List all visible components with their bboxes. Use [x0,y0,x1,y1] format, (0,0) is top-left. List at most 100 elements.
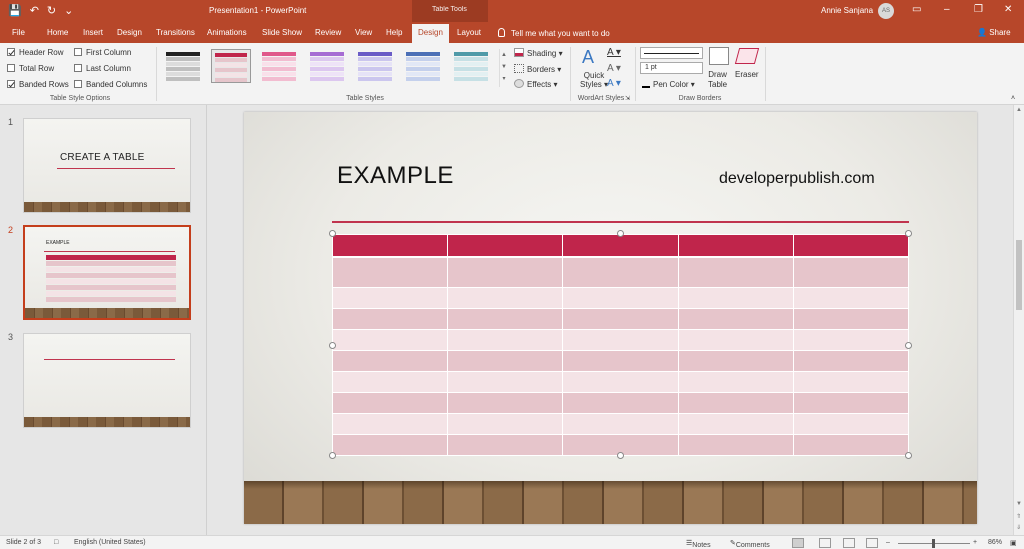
tab-table-design[interactable]: Design [412,24,449,43]
tab-insert[interactable]: Insert [83,28,103,37]
table-cell[interactable] [562,255,679,289]
gallery-up-icon[interactable]: ▲ [500,49,508,61]
table-cell[interactable] [677,371,794,394]
table-cell[interactable] [331,392,449,415]
normal-view-icon[interactable] [792,538,804,548]
tab-help[interactable]: Help [386,28,402,37]
table-cell[interactable] [677,255,794,289]
draw-table-button[interactable]: Draw Table [708,70,727,90]
table-cell[interactable] [447,371,564,394]
slide-table[interactable] [331,234,910,457]
gallery-down-icon[interactable]: ▼ [500,61,508,73]
banded-columns-checkbox[interactable]: Banded Columns [74,80,147,89]
pen-color-button[interactable]: Pen Color ▾ [642,79,695,89]
scroll-thumb[interactable] [1016,240,1022,310]
table-cell[interactable] [331,308,449,331]
undo-icon[interactable]: ↶ [30,4,39,18]
table-style-thumbnail[interactable] [163,49,203,83]
previous-slide-icon[interactable]: ⇑ [1016,513,1021,520]
zoom-out-button[interactable]: – [886,539,890,546]
slide-title[interactable]: EXAMPLE [337,162,454,190]
tab-home[interactable]: Home [47,28,68,37]
table-cell[interactable] [792,350,910,373]
table-cell[interactable] [677,350,794,373]
tell-me-box[interactable]: Tell me what you want to do [498,28,610,38]
tab-view[interactable]: View [355,28,372,37]
table-cell[interactable] [792,234,910,258]
table-cell[interactable] [331,287,449,310]
tab-slide-show[interactable]: Slide Show [262,28,302,37]
table-cell[interactable] [562,329,679,352]
table-cell[interactable] [447,234,564,258]
tab-file[interactable]: File [12,28,25,37]
resize-handle[interactable] [329,342,336,349]
pen-style-dropdown[interactable] [640,47,703,59]
table-cell[interactable] [792,255,910,289]
table-style-thumbnail[interactable] [403,49,443,83]
share-button[interactable]: 👤 Share [977,28,1011,37]
table-cell[interactable] [331,433,449,457]
table-cell[interactable] [331,329,449,352]
table-style-thumbnail[interactable] [355,49,395,83]
table-cell[interactable] [562,371,679,394]
comments-button[interactable]: ✎ Comments [730,539,770,549]
redo-icon[interactable]: ↻ [47,4,56,18]
table-cell[interactable] [677,433,794,457]
total-row-checkbox[interactable]: Total Row [7,64,54,73]
resize-handle[interactable] [905,230,912,237]
table-style-thumbnail[interactable] [307,49,347,83]
table-cell[interactable] [792,433,910,457]
dialog-launcher-icon[interactable]: ⇲ [625,95,630,102]
table-cell[interactable] [562,234,679,258]
shading-button[interactable]: Shading ▾ [514,48,563,58]
tab-animations[interactable]: Animations [207,28,247,37]
table-cell[interactable] [447,287,564,310]
slide-thumbnail-2[interactable]: EXAMPLE [23,225,191,320]
borders-button[interactable]: Borders ▾ [514,64,561,74]
ribbon-display-options-icon[interactable]: ▭ [912,4,921,15]
effects-button[interactable]: Effects ▾ [514,79,558,89]
table-style-thumbnail[interactable] [211,49,251,83]
table-style-thumbnail[interactable] [451,49,491,83]
table-cell[interactable] [562,392,679,415]
resize-handle[interactable] [617,230,624,237]
resize-handle[interactable] [329,452,336,459]
table-cell[interactable] [331,413,449,435]
table-cell[interactable] [447,329,564,352]
table-style-thumbnail[interactable] [259,49,299,83]
tab-design[interactable]: Design [117,28,142,37]
table-cell[interactable] [331,371,449,394]
language-status[interactable]: English (United States) [74,539,146,546]
eraser-button[interactable]: Eraser [735,70,759,79]
zoom-slider-thumb[interactable] [932,539,935,548]
table-cell[interactable] [562,287,679,310]
table-cell[interactable] [447,255,564,289]
eraser-icon[interactable] [734,48,760,64]
resize-handle[interactable] [905,342,912,349]
header-row-checkbox[interactable]: Header Row [7,48,63,57]
tab-review[interactable]: Review [315,28,341,37]
quick-styles-icon[interactable]: A [582,47,594,68]
table-cell[interactable] [792,329,910,352]
table-cell[interactable] [677,413,794,435]
avatar[interactable]: AS [878,3,894,19]
table-cell[interactable] [331,350,449,373]
table-cell[interactable] [792,308,910,331]
text-fill-icon[interactable]: A ▾ [607,47,621,58]
draw-table-icon[interactable] [709,47,729,65]
text-outline-icon[interactable]: A ▾ [607,63,621,74]
customize-qat-icon[interactable]: ⌄ [64,4,73,18]
gallery-more-icon[interactable]: ▾ [500,73,508,85]
table-cell[interactable] [792,392,910,415]
table-cell[interactable] [447,308,564,331]
table-cell[interactable] [792,371,910,394]
spellcheck-icon[interactable]: □ [54,539,58,546]
pen-weight-dropdown[interactable]: 1 pt [640,62,703,74]
next-slide-icon[interactable]: ⇓ [1016,524,1021,531]
notes-button[interactable]: ☰ Notes [686,539,711,549]
slide-subtitle[interactable]: developerpublish.com [719,170,875,188]
text-effects-icon[interactable]: A ▾ [607,78,621,89]
last-column-checkbox[interactable]: Last Column [74,64,131,73]
scroll-down-icon[interactable]: ▼ [1016,501,1022,507]
minimize-icon[interactable]: – [944,4,950,15]
